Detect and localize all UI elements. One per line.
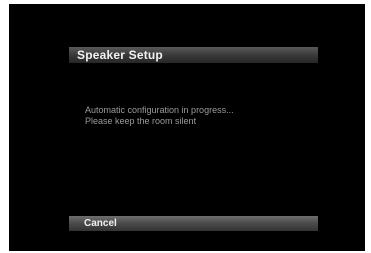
tv-screen: Speaker Setup Automatic configuration in… <box>9 4 365 251</box>
speaker-setup-dialog: Speaker Setup Automatic configuration in… <box>69 47 318 235</box>
status-message: Automatic configuration in progress... P… <box>85 105 317 127</box>
dialog-title-bar: Speaker Setup <box>69 47 318 63</box>
instruction-message-line: Please keep the room silent <box>85 116 197 126</box>
cancel-button-label: Cancel <box>84 218 117 229</box>
status-message-line: Automatic configuration in progress... <box>85 105 234 115</box>
dialog-title: Speaker Setup <box>77 48 163 62</box>
cancel-button[interactable]: Cancel <box>69 216 318 231</box>
